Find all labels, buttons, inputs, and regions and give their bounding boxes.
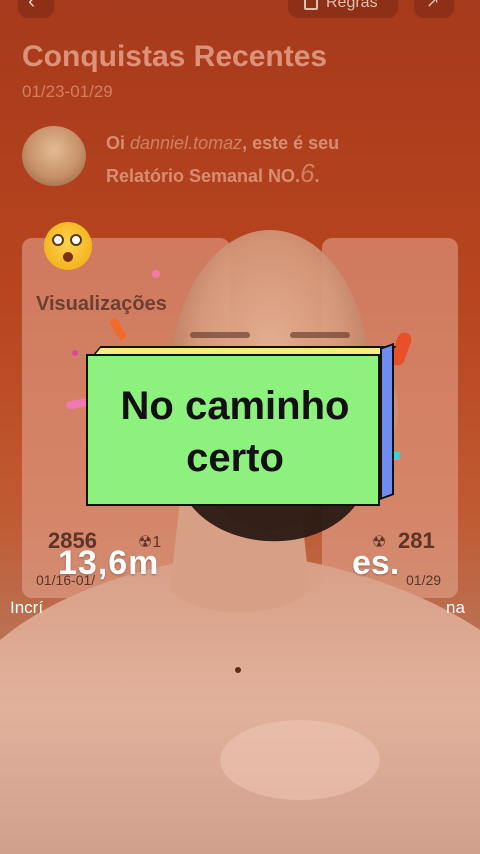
sticker-caption: No caminho certo — [88, 380, 382, 484]
sticker-line-2: certo — [186, 436, 284, 480]
views-count-right: 281 — [398, 528, 435, 553]
sticker-side-face — [380, 342, 394, 500]
caption-sticker: No caminho certo — [86, 342, 397, 506]
subtitle-left: Incrí — [10, 598, 44, 617]
period-right: 01/29 — [406, 572, 442, 588]
sticker-line-1: No caminho — [120, 384, 350, 428]
subtitle-right: na — [446, 598, 465, 617]
big-suffix: es. — [352, 544, 400, 582]
sticker-front-face: No caminho certo — [86, 354, 380, 506]
big-number: 13,6m — [58, 544, 160, 582]
